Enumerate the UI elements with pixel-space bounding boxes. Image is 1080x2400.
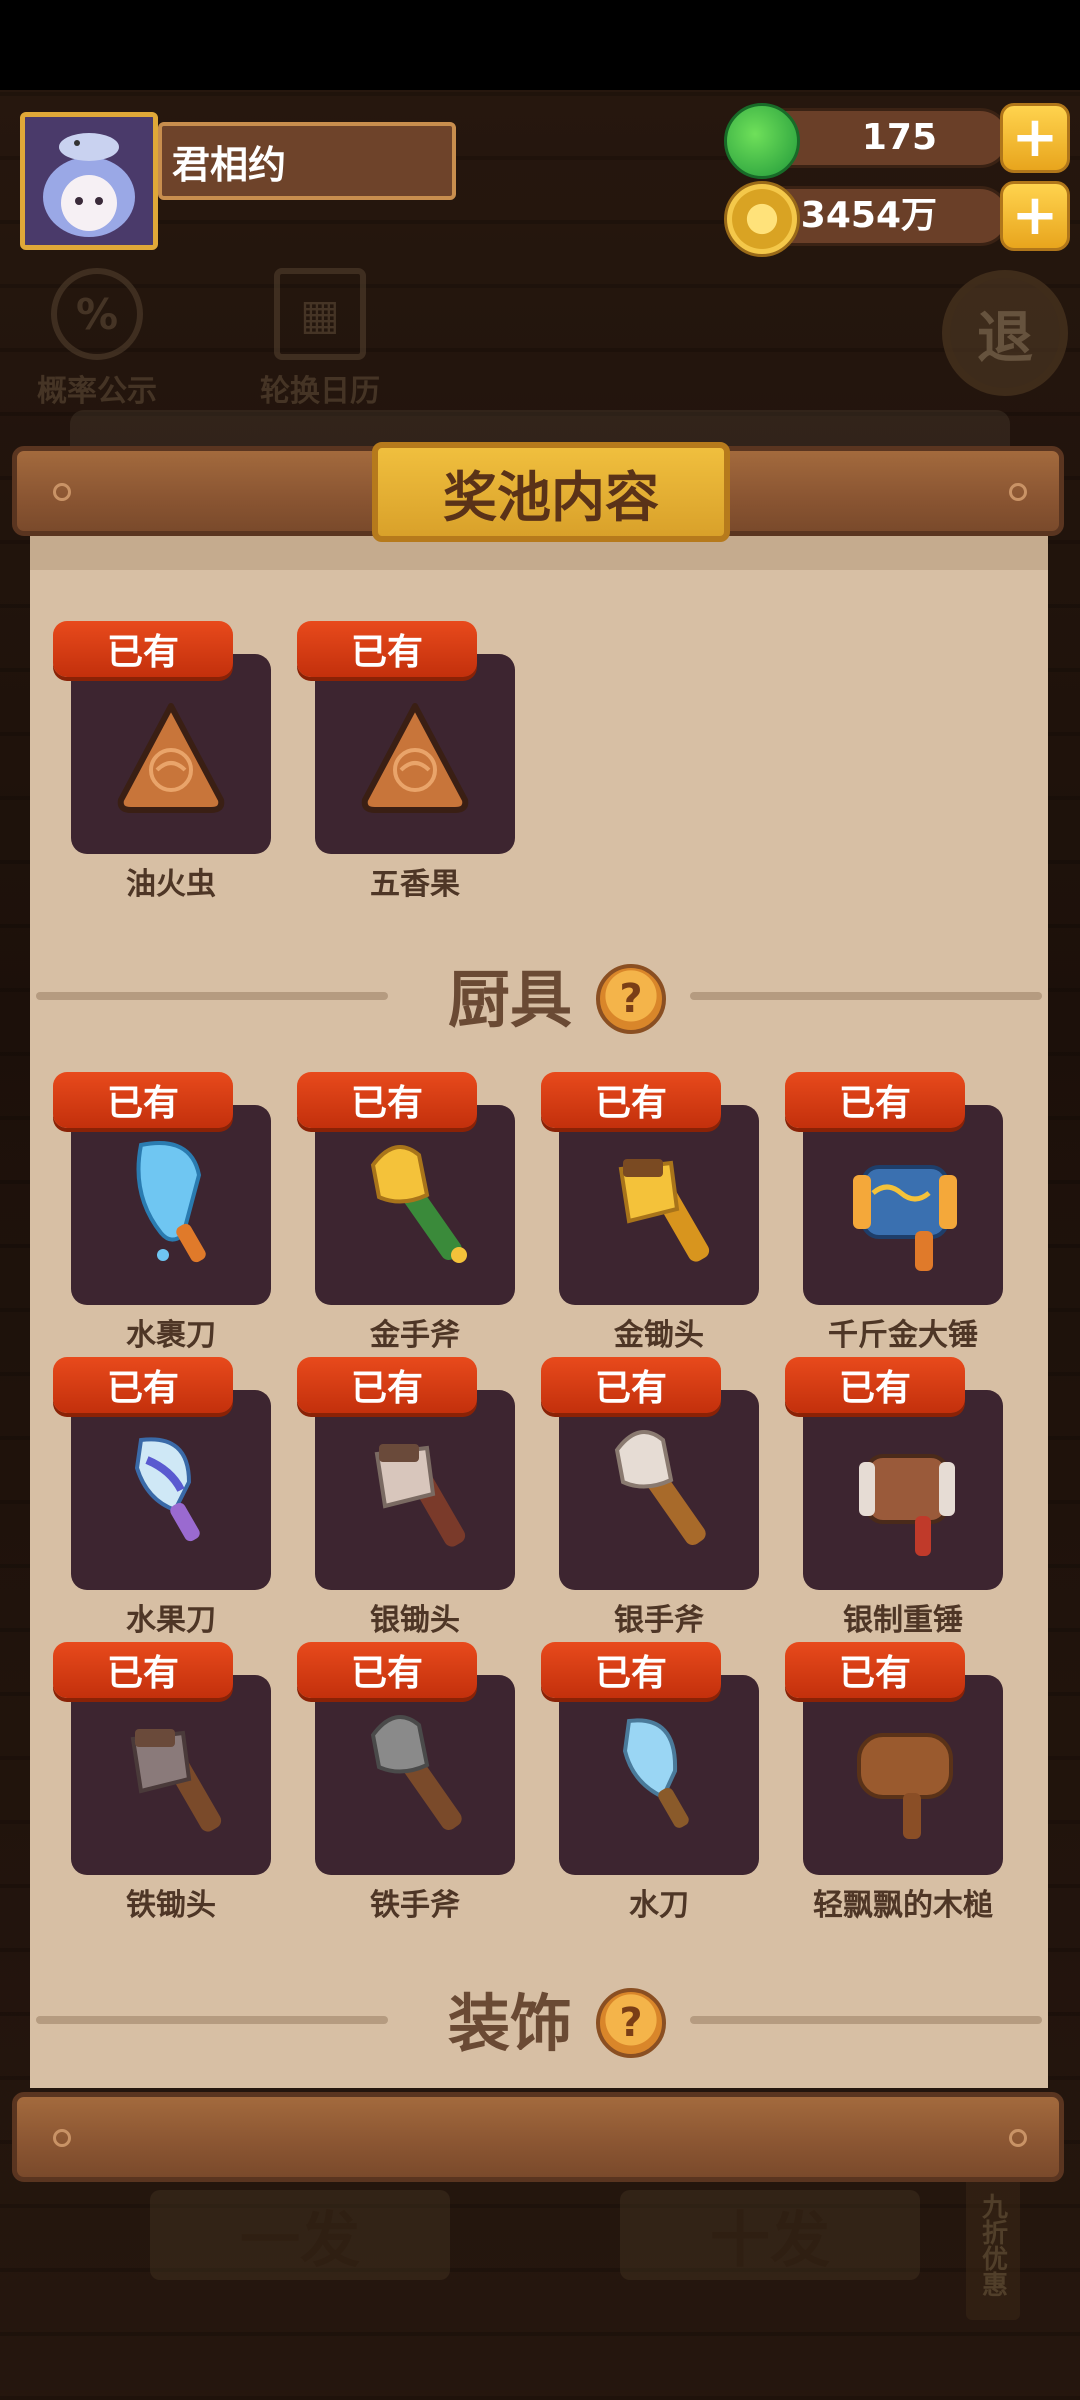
owned-badge: 已有 [297, 1357, 477, 1413]
owned-badge: 已有 [541, 1072, 721, 1128]
section-header-decoration: 装饰 ? [30, 1968, 1048, 2068]
prize-item[interactable]: 已有千斤金大锤 [785, 1072, 1003, 1362]
prize-item[interactable]: 已有铁锄头 [53, 1642, 271, 1932]
owned-badge: 已有 [785, 1072, 965, 1128]
prize-pool-list[interactable]: 已有 油火虫 已有 五香果 厨具 ? 已有 水裹刀 已有 金手斧 已有 金锄头 已有 千斤金大锤 已有… [30, 536, 1048, 2088]
owned-badge: 已有 [297, 621, 477, 677]
prize-item[interactable]: 已有银手斧 [541, 1357, 759, 1647]
prize-item[interactable]: 已有金手斧 [297, 1072, 515, 1362]
owned-badge: 已有 [785, 1642, 965, 1698]
owned-badge: 已有 [297, 1072, 477, 1128]
add-coins-button[interactable]: + [1000, 181, 1070, 251]
prize-item[interactable]: 已有银制重锤 [785, 1357, 1003, 1647]
prize-item[interactable]: 已有油火虫 [53, 621, 271, 911]
gold-hammer-icon [803, 1105, 1003, 1305]
panel-bottom-plank [12, 2092, 1064, 2182]
silver-hammer-icon [803, 1390, 1003, 1590]
item-name: 轻飘飘的木槌 [813, 1888, 993, 1923]
item-name: 铁手斧 [370, 1888, 460, 1923]
gold-coin-icon [724, 181, 800, 257]
owned-badge: 已有 [53, 1357, 233, 1413]
section-title: 装饰 [447, 1987, 572, 2060]
prize-item[interactable]: 已有金锄头 [541, 1072, 759, 1362]
fruit-knife-icon [71, 1390, 271, 1590]
item-name: 铁锄头 [126, 1888, 216, 1923]
status-bar [0, 0, 1080, 90]
ingredient-rune-icon [71, 654, 271, 854]
player-name: 君相约 [158, 122, 456, 200]
iron-axe-icon [315, 1675, 515, 1875]
help-icon[interactable]: ? [596, 1988, 666, 2058]
silver-hoe-icon [315, 1390, 515, 1590]
iron-hoe-icon [71, 1675, 271, 1875]
help-icon[interactable]: ? [596, 964, 666, 1034]
item-name: 银制重锤 [843, 1603, 963, 1638]
panel-title: 奖池内容 [356, 438, 746, 546]
prize-item[interactable]: 已有水刀 [541, 1642, 759, 1932]
water-knife-icon [71, 1105, 271, 1305]
prize-item[interactable]: 已有铁手斧 [297, 1642, 515, 1932]
player-avatar[interactable] [20, 112, 158, 250]
wooden-mallet-icon [803, 1675, 1003, 1875]
prize-item[interactable]: 已有五香果 [297, 621, 515, 911]
owned-badge: 已有 [541, 1357, 721, 1413]
item-name: 金手斧 [370, 1318, 460, 1353]
item-name: 金锄头 [614, 1318, 704, 1353]
section-title: 厨具 [447, 963, 572, 1036]
owned-badge: 已有 [53, 1642, 233, 1698]
prize-item[interactable]: 已有轻飘飘的木槌 [785, 1642, 1003, 1932]
section-header-kitchenware: 厨具 ? [30, 944, 1048, 1044]
silver-axe-icon [559, 1390, 759, 1590]
item-name: 油火虫 [126, 867, 216, 902]
item-name: 水果刀 [126, 1603, 216, 1638]
item-name: 银锄头 [370, 1603, 460, 1638]
green-jade-icon [724, 103, 800, 179]
ingredient-rune-icon [315, 654, 515, 854]
water-blade-icon [559, 1675, 759, 1875]
prize-item[interactable]: 已有水裹刀 [53, 1072, 271, 1362]
avatar-icon [25, 117, 153, 245]
gold-axe-icon [315, 1105, 515, 1305]
prize-item[interactable]: 已有银锄头 [297, 1357, 515, 1647]
owned-badge: 已有 [785, 1357, 965, 1413]
owned-badge: 已有 [53, 1072, 233, 1128]
item-name: 水刀 [629, 1888, 689, 1923]
add-jade-button[interactable]: + [1000, 103, 1070, 173]
item-name: 五香果 [370, 867, 460, 902]
item-name: 银手斧 [614, 1603, 704, 1638]
owned-badge: 已有 [541, 1642, 721, 1698]
item-name: 水裹刀 [126, 1318, 216, 1353]
owned-badge: 已有 [53, 621, 233, 677]
gold-hoe-icon [559, 1105, 759, 1305]
owned-badge: 已有 [297, 1642, 477, 1698]
prize-item[interactable]: 已有水果刀 [53, 1357, 271, 1647]
item-name: 千斤金大锤 [828, 1318, 978, 1353]
